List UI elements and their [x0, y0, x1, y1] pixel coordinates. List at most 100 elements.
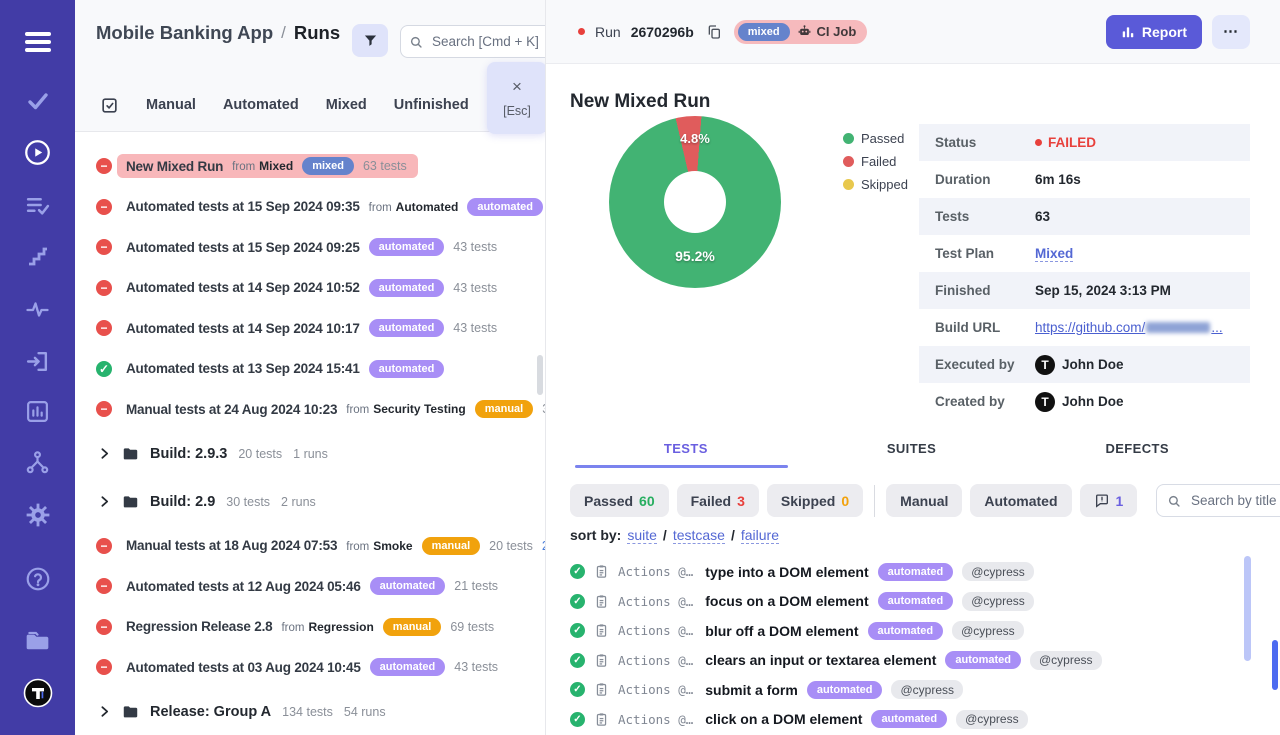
- run-list-item[interactable]: − Automated tests at 15 Sep 2024 09:25 a…: [75, 227, 545, 268]
- help-icon[interactable]: [0, 565, 75, 592]
- test-tag: @cypress: [1030, 651, 1102, 670]
- filter-chip-manual[interactable]: Manual: [886, 484, 962, 517]
- run-group-item[interactable]: Build: 2.9.3 20 tests 1 runs: [75, 430, 545, 478]
- test-list-item[interactable]: ✓ Actions @… submit a form automated@cyp…: [570, 675, 1280, 705]
- test-list-item[interactable]: ✓ Actions @… clears an input or textarea…: [570, 646, 1280, 676]
- detail-label: Tests: [935, 209, 1035, 224]
- test-list-item[interactable]: ✓ Actions @… focus on a DOM element auto…: [570, 587, 1280, 617]
- run-list-item[interactable]: − New Mixed Run fromMixed mixed 63 tests: [75, 146, 545, 187]
- comments-filter-chip[interactable]: 1: [1080, 484, 1138, 517]
- select-runs-icon[interactable]: [100, 96, 119, 115]
- filter-chip-label: Automated: [984, 493, 1057, 509]
- filter-chip-passed[interactable]: Passed 60: [570, 484, 669, 517]
- tab-tests[interactable]: TESTS: [573, 441, 799, 468]
- failed-status-icon: −: [96, 280, 112, 296]
- comment-icon: [1094, 493, 1110, 509]
- test-suite-name[interactable]: Actions @…: [618, 594, 693, 609]
- filter-button[interactable]: [352, 24, 388, 57]
- folder-title: Build: 2.9: [150, 494, 215, 510]
- filter-chip-count: 60: [639, 493, 655, 509]
- run-type-tab-manual[interactable]: Manual: [146, 97, 196, 113]
- chevron-right-icon[interactable]: [98, 495, 111, 508]
- test-plans-icon[interactable]: [0, 192, 75, 218]
- runs-icon[interactable]: [0, 139, 75, 166]
- run-title: New Mixed Run: [126, 159, 223, 174]
- passed-status-icon: ✓: [96, 361, 112, 377]
- chevron-right-icon[interactable]: [98, 705, 111, 718]
- page-scrollbar-thumb[interactable]: [1272, 640, 1278, 690]
- test-suite-name[interactable]: Actions @…: [618, 682, 693, 697]
- tab-suites[interactable]: SUITES: [799, 441, 1025, 468]
- build-url-link[interactable]: https://github.com/...: [1035, 320, 1223, 335]
- run-group-item[interactable]: Release: Group A 134 tests 54 runs: [75, 688, 545, 735]
- import-icon[interactable]: [0, 348, 75, 374]
- chevron-right-icon[interactable]: [98, 447, 111, 460]
- copy-run-id-button[interactable]: [704, 22, 724, 42]
- close-icon: ×: [512, 78, 522, 95]
- test-suite-name[interactable]: Actions @…: [618, 623, 693, 638]
- sort-link-testcase[interactable]: testcase: [673, 527, 725, 544]
- testomat-logo[interactable]: [0, 678, 75, 708]
- steps-icon[interactable]: [0, 245, 75, 269]
- test-suite-name[interactable]: Actions @…: [618, 712, 693, 727]
- run-title: Automated tests at 03 Aug 2024 10:45: [126, 660, 361, 675]
- test-list-item[interactable]: ✓ Actions @… click on a DOM element auto…: [570, 705, 1280, 735]
- esc-shortcut-label: [Esc]: [503, 104, 531, 118]
- run-list-item[interactable]: − Automated tests at 14 Sep 2024 10:17 a…: [75, 308, 545, 349]
- test-suite-name[interactable]: Actions @…: [618, 653, 693, 668]
- results-donut-chart[interactable]: 4.8% 95.2%: [609, 116, 781, 288]
- analytics-icon[interactable]: [0, 398, 75, 424]
- detail-label: Test Plan: [935, 246, 1035, 261]
- report-button-label: Report: [1142, 24, 1187, 40]
- run-title: New Mixed Run: [570, 91, 710, 113]
- test-list-item[interactable]: ✓ Actions @… blur off a DOM element auto…: [570, 616, 1280, 646]
- run-type-badge: automated: [467, 198, 543, 216]
- more-actions-button[interactable]: ⋯: [1212, 15, 1250, 49]
- detail-value: 6m 16s: [1035, 172, 1081, 187]
- run-list-item[interactable]: − Regression Release 2.8 fromRegression …: [75, 607, 545, 648]
- tests-scrollbar-thumb[interactable]: [1244, 556, 1251, 661]
- tests-icon[interactable]: [0, 88, 75, 114]
- test-type-badge: automated: [807, 681, 883, 699]
- sort-link-failure[interactable]: failure: [741, 527, 779, 544]
- run-group-item[interactable]: Build: 2.9 30 tests 2 runs: [75, 478, 545, 526]
- test-list-item[interactable]: ✓ Actions @… type into a DOM element aut…: [570, 557, 1280, 587]
- pulse-icon[interactable]: [0, 297, 75, 321]
- clipboard-icon: [594, 653, 609, 668]
- run-type-tab-unfinished[interactable]: Unfinished: [394, 97, 469, 113]
- filter-chip-automated[interactable]: Automated: [970, 484, 1071, 517]
- filter-chip-failed[interactable]: Failed 3: [677, 484, 759, 517]
- menu-icon[interactable]: [0, 28, 75, 56]
- run-list-item[interactable]: − Automated tests at 15 Sep 2024 09:35 f…: [75, 187, 545, 228]
- test-suite-name[interactable]: Actions @…: [618, 564, 693, 579]
- ci-job-label: CI Job: [817, 24, 857, 39]
- breadcrumb-project[interactable]: Mobile Banking App: [96, 22, 273, 44]
- run-type-tab-automated[interactable]: Automated: [223, 97, 299, 113]
- test-plan-link[interactable]: Mixed: [1035, 246, 1073, 262]
- filter-chip-skipped[interactable]: Skipped 0: [767, 484, 863, 517]
- run-list-item[interactable]: − Manual tests at 24 Aug 2024 10:23 from…: [75, 389, 545, 430]
- tests-search-input[interactable]: [1189, 492, 1280, 509]
- projects-icon[interactable]: [0, 627, 75, 653]
- cross-project-icon[interactable]: [0, 449, 75, 476]
- run-list-item[interactable]: − Automated tests at 03 Aug 2024 10:45 a…: [75, 647, 545, 688]
- run-list-item[interactable]: − Automated tests at 14 Sep 2024 10:52 a…: [75, 268, 545, 309]
- report-button[interactable]: Report: [1106, 15, 1202, 49]
- run-list-item[interactable]: − Manual tests at 18 Aug 2024 07:53 from…: [75, 526, 545, 567]
- filter-chip-label: Failed: [691, 493, 731, 509]
- run-type-badge: manual: [422, 537, 481, 555]
- clipboard-icon: [594, 623, 609, 638]
- sort-link-suite[interactable]: suite: [627, 527, 657, 544]
- legend-label: Passed: [861, 131, 904, 146]
- run-list-item[interactable]: − Automated tests at 12 Aug 2024 05:46 a…: [75, 566, 545, 607]
- tab-defects[interactable]: DEFECTS: [1024, 441, 1250, 468]
- ci-job-pill[interactable]: mixed CI Job: [734, 20, 868, 44]
- settings-icon[interactable]: [0, 501, 75, 528]
- run-list-item[interactable]: ✓ Automated tests at 13 Sep 2024 15:41 a…: [75, 349, 545, 390]
- runs-search-input[interactable]: [430, 33, 546, 50]
- left-panel-scrollbar-thumb[interactable]: [537, 355, 543, 395]
- legend-color-dot: [843, 156, 854, 167]
- close-panel-button[interactable]: × [Esc]: [487, 62, 546, 134]
- run-tests-count: 43 tests: [453, 281, 497, 295]
- run-type-tab-mixed[interactable]: Mixed: [326, 97, 367, 113]
